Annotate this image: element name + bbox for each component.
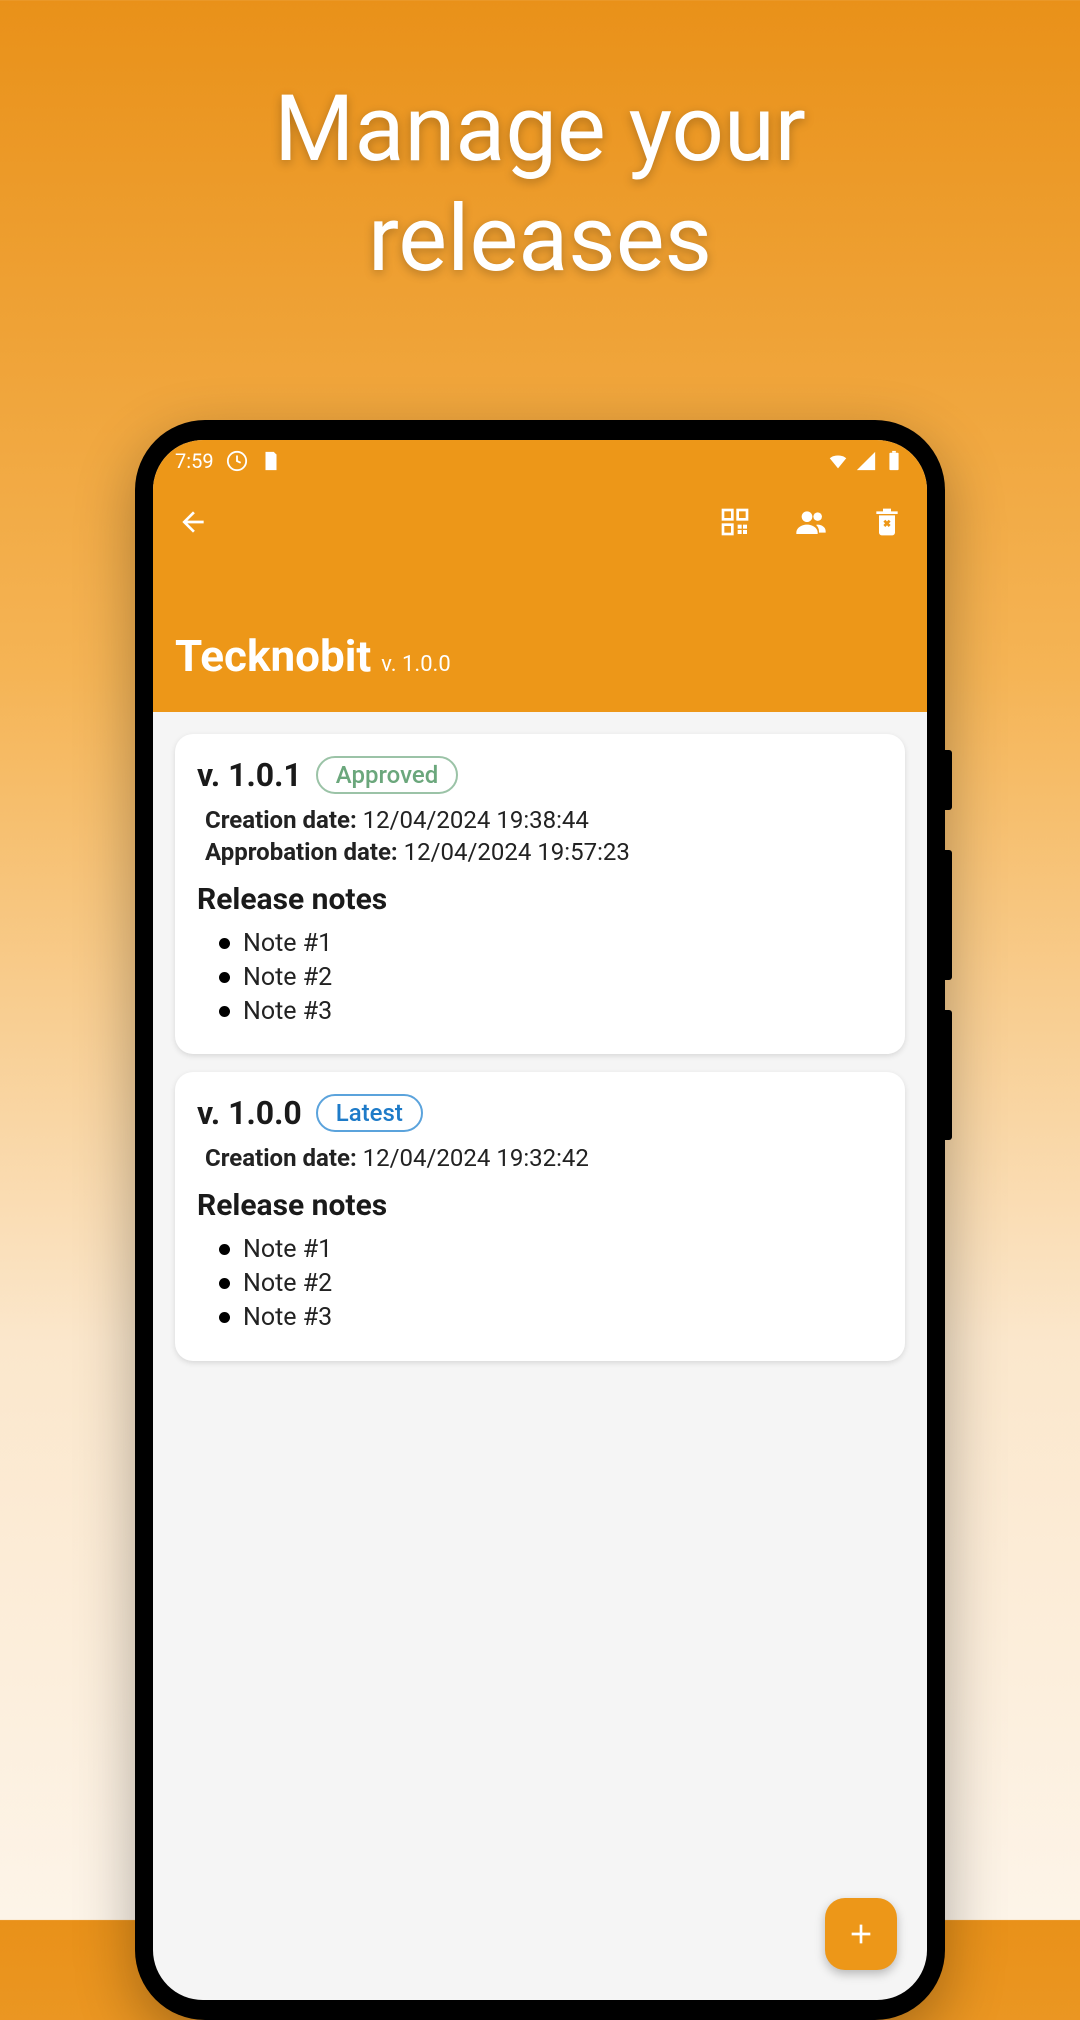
release-note-item: Note #3	[219, 1301, 883, 1335]
members-button[interactable]	[793, 504, 829, 540]
release-note-item: Note #2	[219, 961, 883, 995]
people-icon	[795, 506, 827, 538]
status-sd-icon	[260, 450, 282, 472]
status-bar: 7:59	[153, 440, 927, 482]
qr-icon	[719, 506, 751, 538]
creation-date-row: Creation date: 12/04/2024 19:38:44	[205, 806, 883, 834]
screen: 7:59	[153, 440, 927, 2000]
status-notification-icon	[226, 450, 248, 472]
signal-icon	[855, 450, 877, 472]
app-version: v. 1.0.0	[381, 652, 450, 677]
release-note-item: Note #2	[219, 1267, 883, 1301]
release-note-item: Note #3	[219, 995, 883, 1029]
phone-frame: 7:59	[135, 420, 945, 2020]
status-badge: Approved	[316, 756, 458, 794]
battery-icon	[883, 450, 905, 472]
release-note-item: Note #1	[219, 927, 883, 961]
back-button[interactable]	[175, 504, 211, 540]
release-notes-heading: Release notes	[197, 1188, 883, 1223]
wifi-icon	[827, 450, 849, 472]
release-card[interactable]: v. 1.0.1 Approved Creation date: 12/04/202…	[175, 734, 905, 1054]
status-badge: Latest	[316, 1094, 423, 1132]
app-name: Tecknobit	[175, 630, 371, 682]
status-time: 7:59	[175, 449, 214, 473]
approbation-date-row: Approbation date: 12/04/2024 19:57:23	[205, 838, 883, 866]
qr-button[interactable]	[717, 504, 753, 540]
release-notes-list: Note #1Note #2Note #3	[197, 927, 883, 1028]
promo-heading: Manage your releases	[0, 0, 1080, 296]
creation-date-row: Creation date: 12/04/2024 19:32:42	[205, 1144, 883, 1172]
release-version: v. 1.0.1	[197, 756, 302, 794]
delete-button[interactable]	[869, 504, 905, 540]
app-bar: Tecknobit v. 1.0.0	[153, 482, 927, 712]
add-release-fab[interactable]	[825, 1898, 897, 1970]
release-notes-list: Note #1Note #2Note #3	[197, 1233, 883, 1334]
release-note-item: Note #1	[219, 1233, 883, 1267]
release-notes-heading: Release notes	[197, 882, 883, 917]
release-version: v. 1.0.0	[197, 1094, 302, 1132]
release-list: v. 1.0.1 Approved Creation date: 12/04/202…	[153, 712, 927, 1361]
release-card[interactable]: v. 1.0.0 Latest Creation date: 12/04/2024 …	[175, 1072, 905, 1360]
plus-icon	[845, 1918, 877, 1950]
arrow-left-icon	[177, 506, 209, 538]
trash-icon	[871, 506, 903, 538]
